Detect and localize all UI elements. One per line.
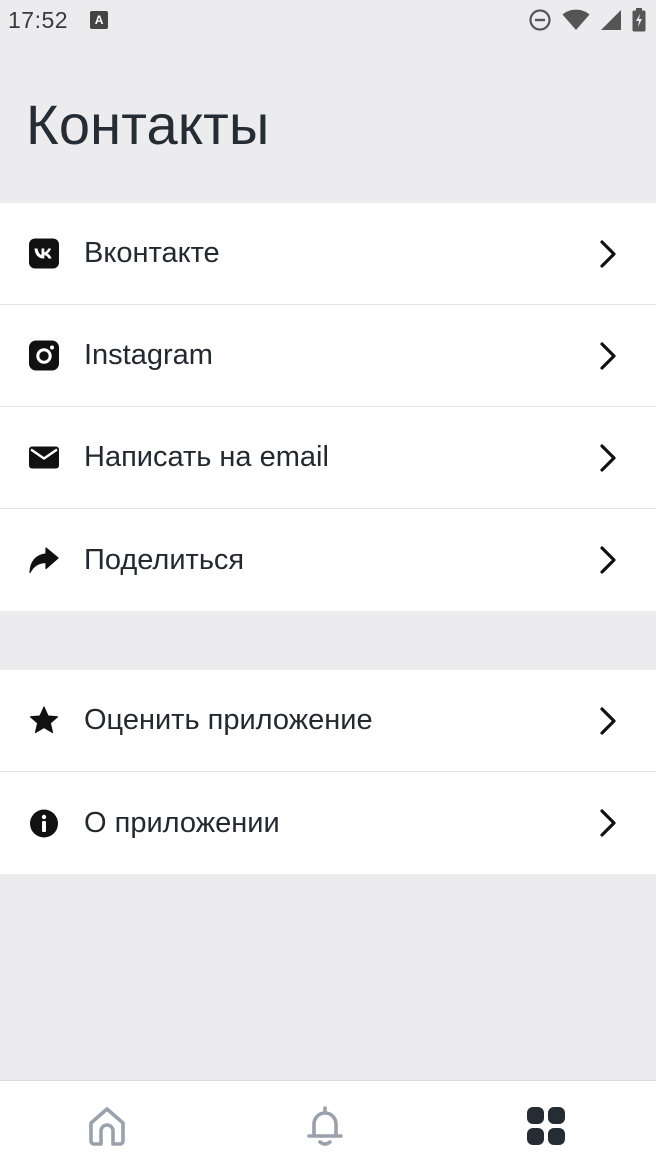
battery-charging-icon xyxy=(632,8,646,32)
nav-home-button[interactable] xyxy=(85,1103,129,1149)
status-indicators xyxy=(528,8,648,32)
chevron-right-icon xyxy=(600,809,616,837)
chevron-right-icon xyxy=(600,546,616,574)
cellular-signal-icon xyxy=(601,10,621,30)
home-icon xyxy=(89,1107,125,1146)
status-time: 17:52 xyxy=(8,6,69,33)
chevron-right-icon xyxy=(600,443,616,472)
contacts-list: Вконтакте Instagram Написать на email По… xyxy=(0,203,656,611)
wifi-icon xyxy=(562,9,590,30)
list-item-label: Вконтакте xyxy=(84,237,220,269)
app-list: Оценить приложение О приложении xyxy=(0,670,656,874)
list-item-label: Написать на email xyxy=(84,441,329,473)
instagram-icon xyxy=(28,340,59,371)
list-item-email[interactable]: Написать на email xyxy=(0,407,656,509)
list-item-vkontakte[interactable]: Вконтакте xyxy=(0,203,656,305)
chevron-right-icon xyxy=(600,239,616,268)
list-item-about-app[interactable]: О приложении xyxy=(0,772,656,874)
nav-notifications-button[interactable] xyxy=(303,1103,347,1149)
list-item-share[interactable]: Поделиться xyxy=(0,509,656,611)
info-icon xyxy=(28,808,59,839)
list-item-label: Поделиться xyxy=(84,543,245,576)
mail-icon xyxy=(28,442,59,473)
page-title: Контакты xyxy=(26,93,270,156)
list-item-rate-app[interactable]: Оценить приложение xyxy=(0,670,656,772)
chevron-right-icon xyxy=(600,341,616,370)
grid-icon xyxy=(527,1107,565,1145)
share-icon xyxy=(28,545,59,576)
star-icon xyxy=(28,705,59,736)
bell-icon xyxy=(307,1106,343,1146)
vk-icon xyxy=(28,238,59,269)
chevron-right-icon xyxy=(600,706,616,735)
do-not-disturb-icon xyxy=(529,9,551,31)
list-item-label: Оценить приложение xyxy=(84,704,373,736)
nav-menu-button[interactable] xyxy=(524,1103,568,1149)
status-bar: 17:52 A xyxy=(0,0,656,40)
bottom-navigation xyxy=(0,1080,656,1170)
list-item-label: О приложении xyxy=(84,806,280,839)
keyboard-notification-icon: A xyxy=(90,11,109,29)
list-item-label: Instagram xyxy=(84,339,213,371)
list-item-instagram[interactable]: Instagram xyxy=(0,305,656,407)
